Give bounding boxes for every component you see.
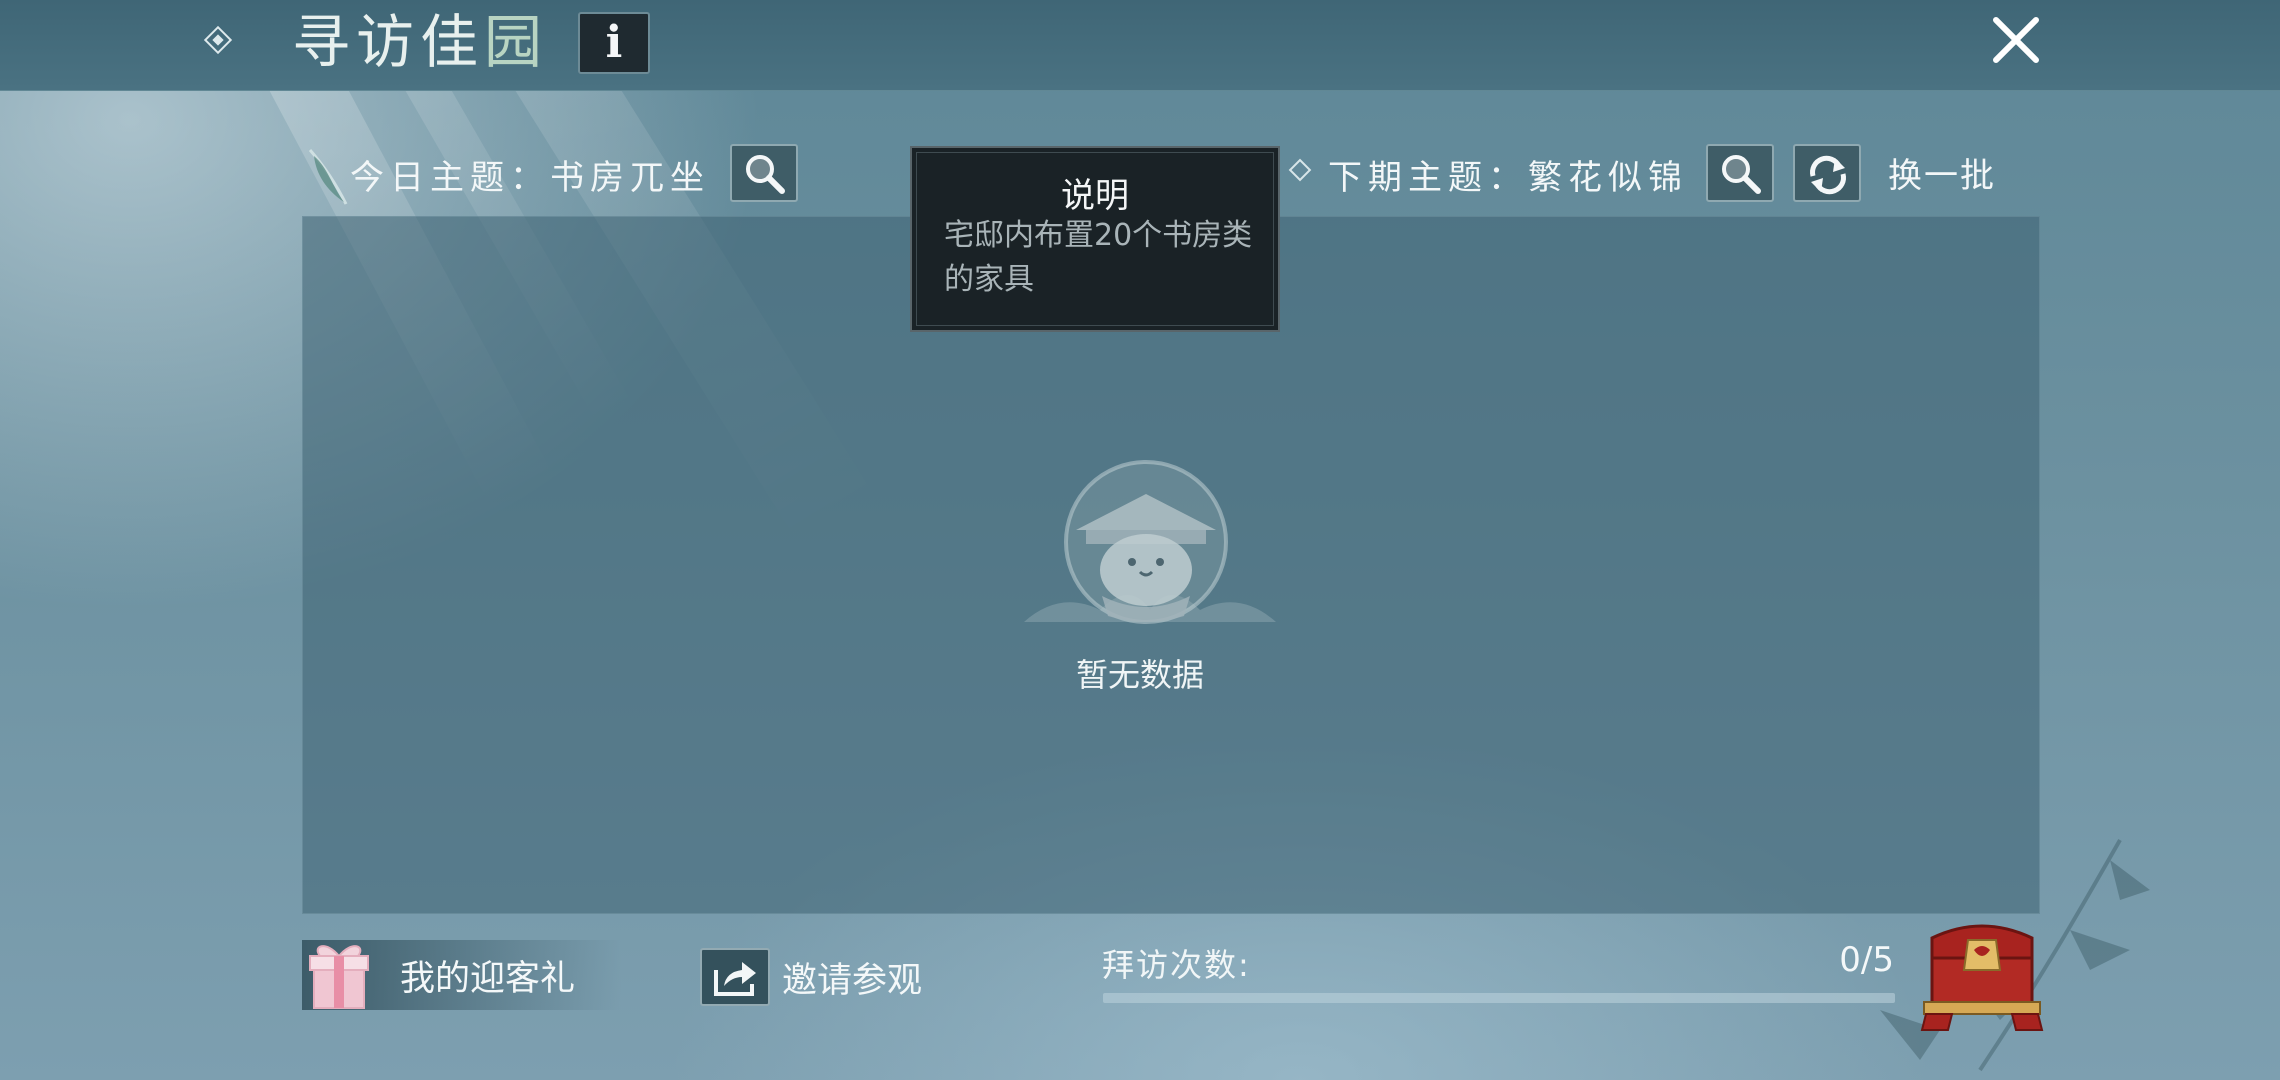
- gift-icon: [309, 945, 369, 1009]
- description-tooltip: 说明 宅邸内布置20个书房类的家具: [910, 146, 1280, 332]
- tooltip-title: 说明: [1061, 176, 1129, 216]
- invite-button[interactable]: [700, 948, 770, 1006]
- refresh-label[interactable]: 换一批: [1888, 148, 1996, 197]
- invite-label[interactable]: 邀请参观: [782, 952, 922, 1003]
- refresh-icon: [1810, 155, 1846, 195]
- page-title-accent: 园: [484, 8, 549, 76]
- empty-state-text: 暂无数据: [1075, 656, 1204, 694]
- page-title: 寻访佳园: [292, 8, 549, 76]
- title-bar: 寻访佳园 i: [0, 0, 2280, 91]
- visit-count-label: 拜访次数:: [1102, 946, 1251, 984]
- today-search-button[interactable]: [730, 144, 798, 202]
- gift-label: 我的迎客礼: [400, 959, 576, 999]
- tooltip-body: 宅邸内布置20个书房类的家具: [944, 218, 1253, 297]
- visit-progress-bar: [1103, 993, 1895, 1003]
- today-theme-label: 今日主题：书房兀坐: [350, 158, 710, 198]
- next-search-button[interactable]: [1706, 144, 1774, 202]
- refresh-button[interactable]: [1793, 144, 1861, 202]
- diamond-icon: [1288, 158, 1312, 182]
- share-icon: [714, 962, 756, 996]
- close-icon[interactable]: [1990, 14, 2042, 66]
- next-theme-label: 下期主题：繁花似锦: [1328, 158, 1688, 198]
- gift-button[interactable]: 我的迎客礼: [302, 940, 622, 1010]
- search-icon: [746, 155, 785, 194]
- info-button[interactable]: i: [578, 12, 650, 74]
- search-icon: [1722, 155, 1761, 194]
- reward-chest-icon[interactable]: [1912, 918, 2052, 1034]
- diamond-icon: [203, 25, 233, 55]
- leaf-icon: [308, 149, 348, 205]
- empty-mascot-icon: [1024, 460, 1276, 624]
